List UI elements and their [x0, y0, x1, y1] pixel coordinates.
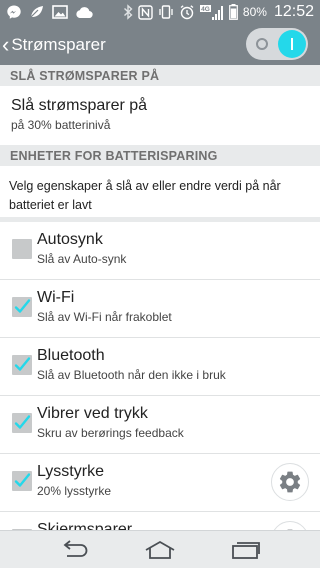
battery-icon	[229, 4, 238, 20]
item-subtitle: Slå av Auto-synk	[37, 252, 127, 266]
list-item-bluetooth[interactable]: Bluetooth Slå av Bluetooth når den ikke …	[0, 338, 320, 396]
item-title: Autosynk	[37, 231, 103, 248]
back-button[interactable]: ‹ Strømsparer	[0, 24, 110, 65]
back-icon	[63, 540, 88, 557]
status-bar: 4G 80% 12:52	[0, 0, 320, 24]
page-title: Strømsparer	[11, 34, 106, 54]
chevron-left-icon: ‹	[2, 31, 10, 57]
checkmark-icon	[14, 299, 31, 313]
nfc-icon	[138, 4, 153, 20]
setting-subtitle: på 30% batterinivå	[11, 118, 111, 132]
4g-signal-icon: 4G	[199, 4, 224, 20]
checkmark-icon	[14, 415, 31, 429]
alarm-icon	[179, 4, 195, 20]
item-subtitle: Slå av Wi-Fi når frakoblet	[37, 310, 172, 324]
item-subtitle: Skru av berørings feedback	[37, 426, 184, 440]
list-item-autosync[interactable]: Autosynk Slå av Auto-synk	[0, 222, 320, 280]
toggle-off-icon	[256, 38, 268, 50]
item-title: Vibrer ved trykk	[37, 405, 148, 422]
brightness-settings-button[interactable]	[271, 463, 309, 501]
action-bar: ‹ Strømsparer	[0, 24, 320, 65]
power-saver-toggle[interactable]	[246, 28, 308, 60]
item-subtitle: 20% lysstyrke	[37, 484, 112, 498]
list-item-vibrate-on-touch[interactable]: Vibrer ved trykk Skru av berørings feedb…	[0, 396, 320, 454]
battery-percent: 80%	[242, 5, 267, 19]
autosync-checkbox[interactable]	[12, 239, 32, 259]
setting-title: Slå strømsparer på	[11, 97, 148, 114]
navigation-bar	[0, 530, 320, 568]
features-description: Velg egenskaper å slå av eller endre ver…	[9, 179, 281, 212]
recent-apps-icon	[232, 542, 260, 559]
vibrate-checkbox[interactable]	[12, 413, 32, 433]
gear-icon	[279, 471, 301, 493]
clock: 12:52	[273, 3, 314, 20]
bluetooth-icon	[123, 4, 133, 20]
bluetooth-checkbox[interactable]	[12, 355, 32, 375]
list-item-brightness[interactable]: Lysstyrke 20% lysstyrke	[0, 454, 320, 512]
nav-back-button[interactable]	[44, 531, 104, 568]
vibrate-icon	[158, 4, 174, 20]
item-title: Lysstyrke	[37, 463, 104, 480]
cloud-icon	[75, 6, 93, 19]
list-item-wifi[interactable]: Wi-Fi Slå av Wi-Fi når frakoblet	[0, 280, 320, 338]
svg-text:4G: 4G	[201, 6, 210, 13]
leaf-icon	[29, 4, 45, 20]
wifi-checkbox[interactable]	[12, 297, 32, 317]
home-icon	[145, 540, 175, 559]
brightness-checkbox[interactable]	[12, 471, 32, 491]
checkmark-icon	[14, 473, 31, 487]
section-header-turn-on: SLÅ STRØMSPARER PÅ	[0, 65, 320, 86]
item-subtitle: Slå av Bluetooth når den ikke i bruk	[37, 368, 226, 382]
item-title: Wi-Fi	[37, 289, 75, 306]
nav-recent-apps-button[interactable]	[216, 531, 276, 568]
section-header-features: ENHETER FOR BATTERISPARING	[0, 145, 320, 166]
item-title: Bluetooth	[37, 347, 105, 364]
nav-home-button[interactable]	[130, 531, 190, 568]
checkmark-icon	[14, 357, 31, 371]
image-icon	[52, 5, 68, 19]
toggle-knob	[278, 30, 306, 58]
messenger-icon	[6, 4, 22, 20]
power-saver-trigger-setting[interactable]: Slå strømsparer på på 30% batterinivå	[0, 86, 320, 145]
